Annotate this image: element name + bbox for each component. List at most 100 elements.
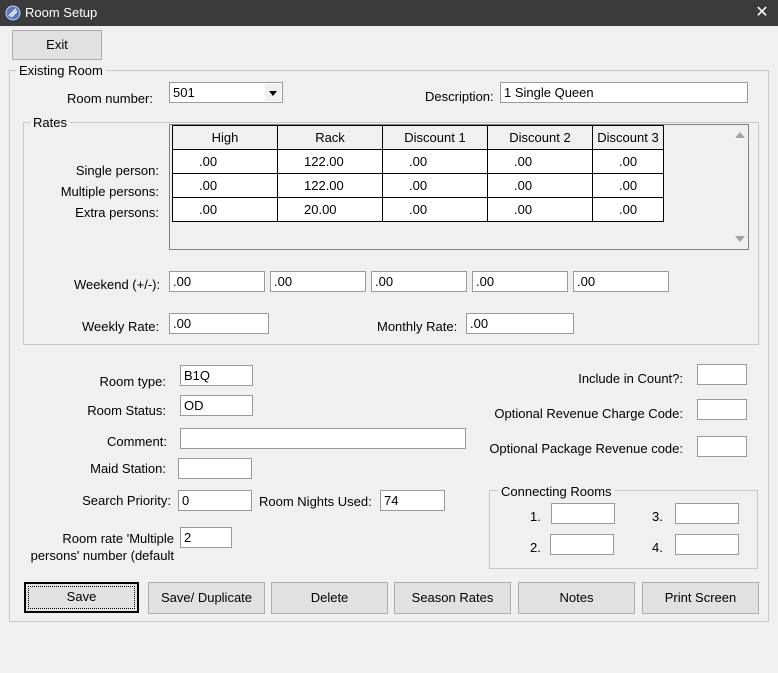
season-rates-button-label: Season Rates	[411, 590, 494, 605]
room-status-field[interactable]: OD	[180, 395, 253, 416]
multiple-persons-number-value: 2	[184, 530, 192, 545]
rates-table: High Rack Discount 1 Discount 2 Discount…	[172, 125, 664, 222]
rate-cell[interactable]: .00	[487, 173, 593, 198]
room-nights-used-value: 74	[384, 493, 399, 508]
rate-cell[interactable]: .00	[382, 197, 488, 222]
save-duplicate-button-label: Save/ Duplicate	[160, 590, 253, 605]
save-duplicate-button[interactable]: Save/ Duplicate	[148, 582, 265, 614]
notes-button-label: Notes	[559, 590, 594, 605]
grid-scrollbar[interactable]	[731, 125, 748, 249]
extra-persons-label: Extra persons:	[75, 205, 159, 220]
table-row: .00 122.00 .00 .00 .00	[172, 173, 664, 198]
optional-revenue-charge-code-label: Optional Revenue Charge Code:	[494, 406, 683, 421]
scroll-down-icon[interactable]	[735, 236, 745, 242]
connecting-room-label-3: 3.	[652, 509, 663, 524]
search-priority-label: Search Priority:	[82, 493, 171, 508]
include-in-count-field[interactable]	[697, 364, 747, 385]
search-priority-field[interactable]: 0	[178, 490, 252, 511]
rate-cell[interactable]: .00	[487, 197, 593, 222]
maid-station-label: Maid Station:	[90, 461, 166, 476]
maid-station-field[interactable]	[178, 458, 252, 479]
rates-grid[interactable]: High Rack Discount 1 Discount 2 Discount…	[169, 124, 749, 250]
rate-cell[interactable]: .00	[592, 173, 664, 198]
rates-group-label: Rates	[30, 115, 70, 130]
multiple-persons-number-label-1: Room rate 'Multiple	[62, 531, 174, 546]
rate-cell[interactable]: 122.00	[277, 149, 383, 174]
include-in-count-label: Include in Count?:	[578, 371, 683, 386]
rate-cell[interactable]: .00	[487, 149, 593, 174]
description-value: 1 Single Queen	[504, 85, 594, 100]
print-screen-button[interactable]: Print Screen	[642, 582, 759, 614]
rate-cell[interactable]: .00	[592, 197, 664, 222]
search-priority-value: 0	[182, 493, 190, 508]
comment-field[interactable]	[180, 428, 466, 449]
weekend-field-5[interactable]: .00	[573, 271, 669, 292]
monthly-rate-value: .00	[470, 316, 489, 331]
room-number-combo[interactable]: 501	[169, 82, 283, 103]
single-person-label: Single person:	[75, 163, 159, 178]
delete-button-label: Delete	[310, 590, 349, 605]
delete-button[interactable]: Delete	[271, 582, 388, 614]
existing-room-group-label: Existing Room	[16, 63, 106, 78]
weekend-value: .00	[173, 274, 192, 289]
col-header-high[interactable]: High	[172, 125, 278, 150]
connecting-room-field-2[interactable]	[550, 534, 614, 555]
exit-button-label: Exit	[46, 37, 68, 52]
weekend-value: .00	[577, 274, 596, 289]
weekend-label: Weekend (+/-):	[74, 277, 161, 292]
room-type-value: B1Q	[184, 368, 211, 383]
description-field[interactable]: 1 Single Queen	[500, 82, 748, 103]
connecting-room-label-2: 2.	[530, 540, 541, 555]
rate-cell[interactable]: .00	[172, 197, 278, 222]
col-header-rack[interactable]: Rack	[277, 125, 383, 150]
rate-cell[interactable]: 122.00	[277, 173, 383, 198]
scroll-up-icon[interactable]	[735, 132, 745, 138]
weekend-field-1[interactable]: .00	[169, 271, 265, 292]
table-row: .00 20.00 .00 .00 .00	[172, 197, 664, 222]
weekend-field-4[interactable]: .00	[472, 271, 568, 292]
room-number-value: 501	[173, 85, 195, 100]
focus-ring	[28, 586, 135, 609]
rate-cell[interactable]: .00	[172, 149, 278, 174]
monthly-rate-field[interactable]: .00	[466, 313, 574, 334]
room-nights-used-field[interactable]: 74	[380, 490, 445, 511]
multiple-persons-number-field[interactable]: 2	[180, 527, 232, 548]
description-label: Description:	[425, 89, 494, 104]
window-client: Exit Existing Room Room number: 501 Desc…	[1, 26, 777, 672]
monthly-rate-label: Monthly Rate:	[377, 319, 458, 334]
optional-package-revenue-code-field[interactable]	[697, 436, 747, 457]
col-header-discount-3[interactable]: Discount 3	[592, 125, 664, 150]
table-row: .00 122.00 .00 .00 .00	[172, 149, 664, 174]
rate-cell[interactable]: .00	[172, 173, 278, 198]
col-header-discount-2[interactable]: Discount 2	[487, 125, 593, 150]
weekend-value: .00	[375, 274, 394, 289]
room-type-label: Room type:	[99, 374, 166, 389]
notes-button[interactable]: Notes	[518, 582, 635, 614]
connecting-room-label-1: 1.	[530, 509, 541, 524]
col-header-discount-1[interactable]: Discount 1	[382, 125, 488, 150]
rate-cell[interactable]: .00	[382, 173, 488, 198]
weekly-rate-field[interactable]: .00	[169, 313, 269, 334]
rate-cell[interactable]: .00	[592, 149, 664, 174]
save-button[interactable]: Save	[24, 582, 139, 613]
optional-revenue-charge-code-field[interactable]	[697, 399, 747, 420]
rate-cell[interactable]: .00	[382, 149, 488, 174]
room-type-field[interactable]: B1Q	[180, 365, 253, 386]
connecting-room-field-1[interactable]	[551, 503, 615, 524]
connecting-rooms-group-label: Connecting Rooms	[498, 484, 615, 499]
comment-label: Comment:	[107, 434, 167, 449]
weekend-field-3[interactable]: .00	[371, 271, 467, 292]
exit-button[interactable]: Exit	[12, 30, 102, 60]
multiple-persons-label: Multiple persons:	[60, 184, 159, 199]
rate-cell[interactable]: 20.00	[277, 197, 383, 222]
room-nights-used-label: Room Nights Used:	[259, 494, 372, 509]
close-icon[interactable]: ✕	[748, 1, 776, 25]
connecting-room-field-3[interactable]	[675, 503, 739, 524]
room-status-value: OD	[184, 398, 204, 413]
season-rates-button[interactable]: Season Rates	[394, 582, 511, 614]
chevron-down-icon[interactable]	[265, 84, 281, 101]
weekend-field-2[interactable]: .00	[270, 271, 366, 292]
optional-package-revenue-code-label: Optional Package Revenue code:	[489, 441, 683, 456]
title-bar: Room Setup ✕	[0, 0, 778, 26]
connecting-room-field-4[interactable]	[675, 534, 739, 555]
